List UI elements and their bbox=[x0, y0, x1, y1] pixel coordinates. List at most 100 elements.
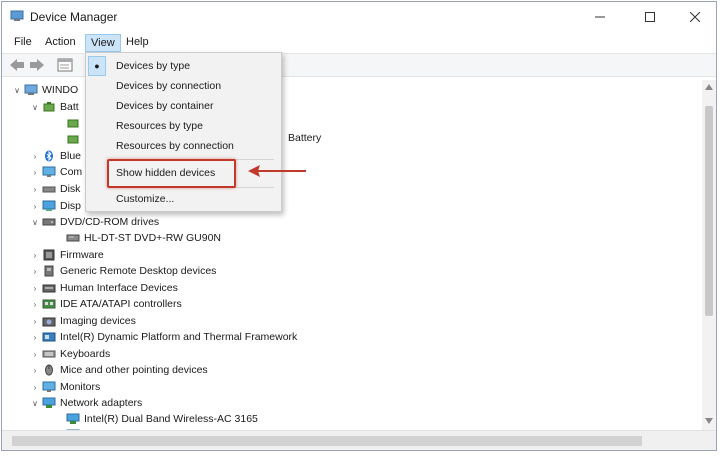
chevron-right-icon[interactable]: › bbox=[30, 151, 40, 161]
tree-node-imaging-label: Imaging devices bbox=[60, 315, 136, 327]
radio-bullet-icon: ● bbox=[88, 56, 106, 76]
vertical-scrollbar[interactable] bbox=[702, 80, 716, 430]
tree-node-firmware[interactable]: › Firmware bbox=[30, 247, 104, 263]
scroll-up-icon[interactable] bbox=[705, 84, 713, 90]
chevron-right-icon[interactable]: › bbox=[30, 283, 40, 293]
firmware-icon bbox=[43, 249, 55, 261]
menu-action[interactable]: Action bbox=[40, 34, 81, 52]
window-title: Device Manager bbox=[30, 10, 118, 24]
tree-node-network-child-label: Intel(R) Dual Band Wireless-AC 3165 bbox=[84, 413, 258, 425]
tree-node-network-child[interactable]: Intel(R) Dual Band Wireless-AC 3165 bbox=[64, 411, 258, 427]
tree-node-network[interactable]: ∨ Network adapters bbox=[30, 395, 142, 411]
menu-view[interactable]: View bbox=[85, 34, 121, 52]
annotation-arrow-icon bbox=[248, 165, 306, 177]
chevron-right-icon[interactable]: › bbox=[30, 250, 40, 260]
chevron-down-icon[interactable]: ∨ bbox=[30, 217, 40, 227]
tree-node-generic-remote[interactable]: › Generic Remote Desktop devices bbox=[30, 263, 217, 279]
minimize-button[interactable] bbox=[577, 2, 623, 32]
maximize-button[interactable] bbox=[627, 2, 673, 32]
tree-node-ide-label: IDE ATA/ATAPI controllers bbox=[60, 298, 182, 310]
tree-node-dvd-label: DVD/CD-ROM drives bbox=[60, 216, 160, 228]
maximize-icon bbox=[645, 12, 655, 22]
menu-file[interactable]: File bbox=[9, 34, 37, 52]
close-icon bbox=[690, 12, 700, 22]
chevron-right-icon[interactable]: › bbox=[30, 365, 40, 375]
minimize-icon bbox=[595, 16, 605, 18]
tree-node-intel-platform[interactable]: › Intel(R) Dynamic Platform and Thermal … bbox=[30, 329, 298, 345]
dvd-drive-icon bbox=[42, 218, 56, 226]
menu-devices-by-type[interactable]: Devices by type bbox=[116, 60, 190, 72]
mouse-icon bbox=[45, 364, 53, 376]
battery-icon bbox=[67, 119, 79, 128]
camera-icon bbox=[42, 317, 56, 327]
chevron-right-icon[interactable]: › bbox=[30, 184, 40, 194]
back-arrow-icon[interactable] bbox=[9, 58, 25, 72]
scroll-down-icon[interactable] bbox=[705, 418, 713, 424]
vertical-scroll-thumb[interactable] bbox=[705, 106, 713, 316]
tree-node-battery-child-1[interactable] bbox=[64, 115, 84, 131]
tree-node-computer-label: Com bbox=[60, 166, 83, 178]
tree-node-monitors-label: Monitors bbox=[60, 381, 101, 393]
chevron-right-icon[interactable]: › bbox=[30, 167, 40, 177]
tree-node-dvd-child[interactable]: HL-DT-ST DVD+-RW GU90N bbox=[64, 230, 221, 246]
tree-node-disk[interactable]: › Disk bbox=[30, 181, 81, 197]
chevron-right-icon[interactable]: › bbox=[30, 201, 40, 211]
network-adapter-icon bbox=[66, 413, 80, 424]
chevron-right-icon[interactable]: › bbox=[30, 349, 40, 359]
monitor-icon bbox=[42, 166, 56, 177]
tree-root[interactable]: ∨ WINDO bbox=[12, 82, 78, 98]
menu-devices-by-container[interactable]: Devices by container bbox=[116, 100, 213, 112]
hid-icon bbox=[42, 284, 56, 293]
view-menu-dropdown: ● Devices by type Devices by connection … bbox=[85, 52, 282, 212]
chevron-right-icon[interactable]: › bbox=[30, 266, 40, 276]
tree-node-battery-child-2[interactable] bbox=[64, 131, 84, 147]
tree-node-ide[interactable]: › IDE ATA/ATAPI controllers bbox=[30, 296, 182, 312]
tree-node-imaging[interactable]: › Imaging devices bbox=[30, 313, 136, 329]
tree-node-batteries[interactable]: ∨ Batt bbox=[30, 99, 79, 115]
tree-node-disk-label: Disk bbox=[60, 183, 81, 195]
tree-node-network-label: Network adapters bbox=[60, 397, 143, 409]
tree-node-generic-remote-label: Generic Remote Desktop devices bbox=[60, 265, 217, 277]
keyboard-icon bbox=[42, 350, 56, 358]
chevron-right-icon[interactable]: › bbox=[30, 316, 40, 326]
chevron-right-icon[interactable]: › bbox=[30, 299, 40, 309]
horizontal-scroll-thumb[interactable] bbox=[12, 436, 642, 446]
menu-bar: File Action View Help bbox=[2, 32, 716, 52]
forward-arrow-icon[interactable] bbox=[29, 58, 45, 72]
tree-node-batteries-label: Batt bbox=[60, 101, 79, 113]
menu-resources-by-type[interactable]: Resources by type bbox=[116, 120, 203, 132]
menu-customize[interactable]: Customize... bbox=[116, 193, 174, 205]
device-manager-icon bbox=[10, 10, 24, 21]
chevron-down-icon[interactable]: ∨ bbox=[30, 398, 40, 408]
chevron-down-icon[interactable]: ∨ bbox=[12, 85, 22, 95]
device-manager-window: Device Manager File Action View Help ∨ W… bbox=[1, 1, 717, 451]
bluetooth-icon bbox=[45, 150, 53, 162]
tree-node-intel-platform-label: Intel(R) Dynamic Platform and Thermal Fr… bbox=[60, 331, 298, 343]
close-button[interactable] bbox=[672, 2, 716, 32]
chevron-right-icon[interactable]: › bbox=[30, 382, 40, 392]
menu-resources-by-connection[interactable]: Resources by connection bbox=[116, 140, 234, 152]
tree-node-hid-label: Human Interface Devices bbox=[60, 282, 178, 294]
tree-node-dvd[interactable]: ∨ DVD/CD-ROM drives bbox=[30, 214, 159, 230]
tree-node-computer[interactable]: › Com bbox=[30, 164, 83, 180]
tree-node-bluetooth[interactable]: › Blue bbox=[30, 148, 81, 164]
tree-node-display-label: Disp bbox=[60, 200, 82, 212]
tree-node-monitors[interactable]: › Monitors bbox=[30, 379, 101, 395]
menu-help[interactable]: Help bbox=[121, 34, 154, 52]
tree-node-display[interactable]: › Disp bbox=[30, 198, 81, 214]
tree-node-keyboards-label: Keyboards bbox=[60, 348, 111, 360]
chevron-right-icon[interactable]: › bbox=[30, 332, 40, 342]
chevron-down-icon[interactable]: ∨ bbox=[30, 102, 40, 112]
battery-label-suffix: Battery bbox=[288, 132, 322, 144]
tree-node-dvd-child-label: HL-DT-ST DVD+-RW GU90N bbox=[84, 232, 222, 244]
properties-icon[interactable] bbox=[57, 58, 73, 72]
tree-node-mice[interactable]: › Mice and other pointing devices bbox=[30, 362, 208, 378]
disk-drive-icon bbox=[42, 186, 56, 193]
tree-node-bluetooth-label: Blue bbox=[60, 150, 82, 162]
battery-icon bbox=[43, 102, 55, 112]
tree-node-hid[interactable]: › Human Interface Devices bbox=[30, 280, 178, 296]
menu-devices-by-connection[interactable]: Devices by connection bbox=[116, 80, 221, 92]
tree-node-mice-label: Mice and other pointing devices bbox=[60, 364, 208, 376]
horizontal-scrollbar[interactable] bbox=[2, 430, 716, 450]
tree-node-keyboards[interactable]: › Keyboards bbox=[30, 346, 111, 362]
